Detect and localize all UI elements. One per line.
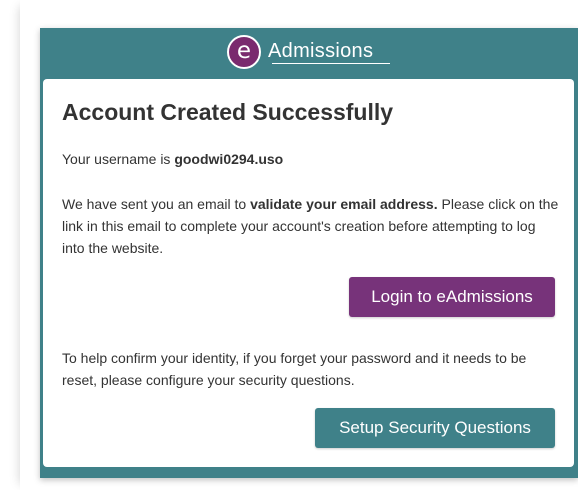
logo-text: Admissions — [268, 40, 374, 62]
email-text-bold: validate your email address. — [250, 196, 438, 212]
security-questions-message: To help confirm your identity, if you fo… — [62, 350, 527, 388]
username-prefix: Your username is — [62, 151, 175, 167]
confirmation-card: Account Created Successfully Your userna… — [43, 79, 574, 467]
email-validation-message: We have sent you an email to validate yo… — [62, 193, 560, 259]
logo-underline — [272, 63, 390, 64]
page-title: Account Created Successfully — [62, 99, 394, 125]
login-button[interactable]: Login to eAdmissions — [349, 277, 555, 317]
header: e Admissions — [40, 28, 578, 76]
eadmissions-logo-icon: e — [227, 35, 261, 69]
eadmissions-panel: e Admissions Account Created Successfull… — [40, 28, 578, 478]
username-value: goodwi0294.uso — [174, 151, 284, 167]
email-text-before: We have sent you an email to — [62, 196, 251, 212]
setup-security-questions-button[interactable]: Setup Security Questions — [315, 408, 555, 448]
username-line: Your username is goodwi0294.uso — [62, 151, 283, 167]
